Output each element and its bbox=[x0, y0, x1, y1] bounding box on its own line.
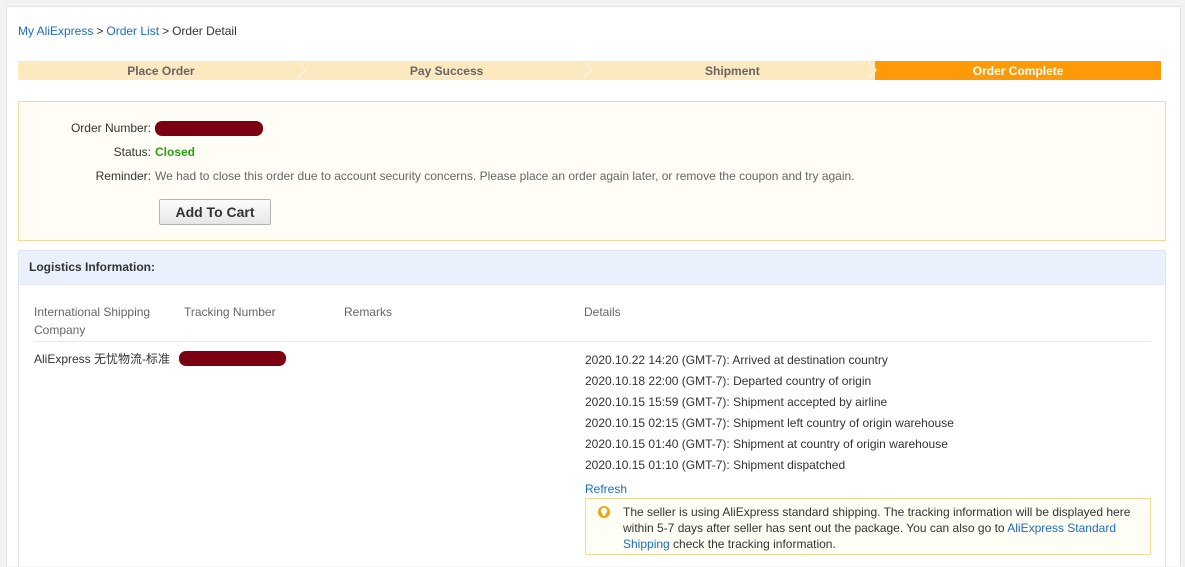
order-summary-box: Order Number: Status: Closed Reminder: W… bbox=[18, 101, 1166, 241]
shipping-company-name: AliExpress 无忧物流-标准 bbox=[34, 352, 171, 366]
tracking-event: 2020.10.15 15:59 (GMT-7): Shipment accep… bbox=[585, 395, 888, 409]
bulb-icon bbox=[598, 506, 610, 518]
refresh-link[interactable]: Refresh bbox=[585, 482, 627, 496]
breadcrumb-current: Order Detail bbox=[172, 24, 237, 38]
logistics-panel: Logistics Information: International Shi… bbox=[18, 250, 1166, 567]
tracking-event: 2020.10.18 22:00 (GMT-7): Departed count… bbox=[585, 374, 872, 388]
breadcrumb-separator: > bbox=[162, 24, 170, 38]
reminder-row: Reminder: We had to close this order due… bbox=[19, 169, 855, 183]
order-number-redacted bbox=[155, 121, 263, 136]
header-tracking-number: Tracking Number bbox=[184, 305, 276, 319]
step-arrow-fill bbox=[581, 61, 591, 79]
logistics-title: Logistics Information: bbox=[19, 251, 1165, 285]
breadcrumb-separator: > bbox=[96, 24, 104, 38]
tip-text-after: check the tracking information. bbox=[669, 537, 836, 551]
tracking-event: 2020.10.15 01:40 (GMT-7): Shipment at co… bbox=[585, 437, 948, 451]
header-remarks: Remarks bbox=[344, 305, 393, 319]
header-details: Details bbox=[584, 305, 621, 319]
order-detail-page: My AliExpress > Order List > Order Detail Pl… bbox=[6, 6, 1181, 567]
add-to-cart-button[interactable]: Add To Cart bbox=[159, 199, 271, 225]
step-shipment: Shipment bbox=[589, 61, 878, 80]
breadcrumb-my-aliexpress[interactable]: My AliExpress bbox=[18, 24, 93, 38]
step-pay-success: Pay Success bbox=[303, 61, 592, 80]
header-divider bbox=[34, 341, 1151, 342]
step-place-order: Place Order bbox=[18, 61, 306, 80]
step-arrow-fill bbox=[295, 61, 305, 79]
bulb-icon-glyph bbox=[600, 507, 608, 516]
tracking-event: 2020.10.15 02:15 (GMT-7): Shipment left … bbox=[585, 416, 954, 430]
shipping-tip-box: The seller is using AliExpress standard … bbox=[585, 498, 1151, 555]
reminder-label: Reminder: bbox=[95, 169, 151, 183]
header-shipping-company-line2: Company bbox=[34, 323, 86, 337]
breadcrumb: My AliExpress > Order List > Order Detail bbox=[18, 24, 237, 38]
status-value: Closed bbox=[155, 145, 196, 159]
step-order-complete: Order Complete bbox=[875, 61, 1161, 80]
status-label: Status: bbox=[113, 145, 151, 159]
order-progress-steps: Place Order Pay Success Shipment Order C… bbox=[18, 61, 1161, 80]
status-row: Status: Closed bbox=[19, 145, 195, 159]
step-label: Place Order bbox=[127, 63, 195, 78]
tracking-event: 2020.10.15 01:10 (GMT-7): Shipment dispa… bbox=[585, 458, 846, 472]
breadcrumb-order-list[interactable]: Order List bbox=[106, 24, 159, 38]
header-shipping-company: International Shipping Company bbox=[34, 303, 150, 339]
step-label: Order Complete bbox=[972, 63, 1064, 78]
header-shipping-company-line1: International Shipping bbox=[34, 305, 151, 319]
step-label: Pay Success bbox=[409, 63, 484, 78]
tracking-number-redacted bbox=[179, 351, 286, 366]
reminder-text: We had to close this order due to accoun… bbox=[155, 169, 855, 183]
step-label: Shipment bbox=[705, 63, 760, 78]
order-number-label: Order Number: bbox=[70, 121, 151, 135]
tracking-event: 2020.10.22 14:20 (GMT-7): Arrived at des… bbox=[585, 353, 888, 367]
shipping-tip-text: The seller is using AliExpress standard … bbox=[623, 504, 1143, 552]
step-arrow-fill bbox=[867, 61, 877, 79]
order-number-row: Order Number: bbox=[19, 121, 263, 136]
